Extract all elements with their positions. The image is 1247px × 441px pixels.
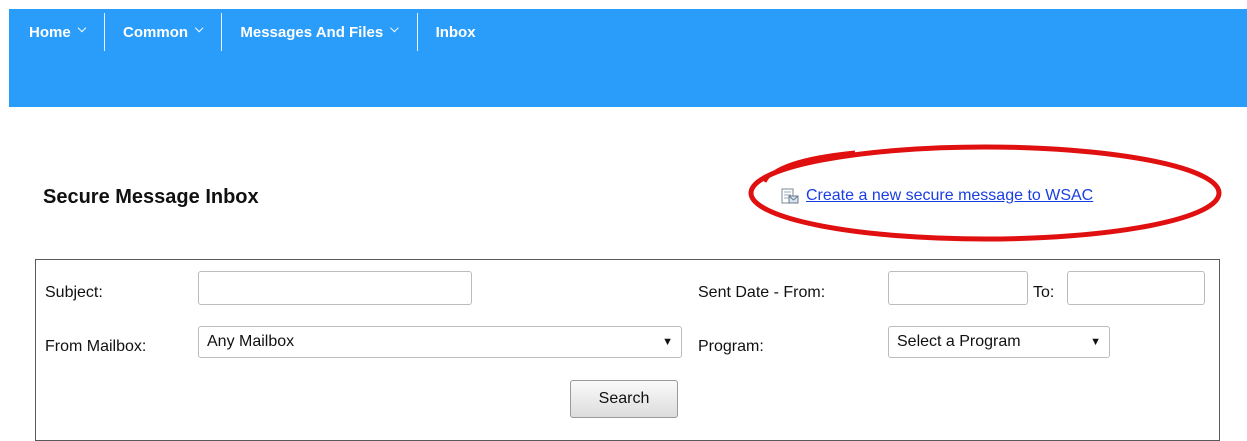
- create-secure-message-link[interactable]: Create a new secure message to WSAC: [780, 186, 1093, 206]
- chevron-down-icon: ⌵: [195, 22, 204, 35]
- nav-home-label: Home: [29, 23, 71, 41]
- to-date-label: To:: [1033, 284, 1055, 301]
- subject-input[interactable]: [198, 271, 472, 305]
- sent-date-from-input[interactable]: [888, 271, 1028, 305]
- page-title: Secure Message Inbox: [43, 186, 259, 208]
- nav-item-home[interactable]: Home ⌵: [9, 9, 104, 55]
- sent-date-to-input[interactable]: [1067, 271, 1205, 305]
- nav-item-messages-and-files[interactable]: Messages And Files ⌵: [222, 9, 416, 55]
- chevron-down-icon: ⌵: [77, 22, 87, 35]
- search-panel: Subject: Sent Date - From: To: From Mail…: [35, 259, 1220, 441]
- create-link-label: Create a new secure message to WSAC: [806, 187, 1094, 204]
- chevron-down-icon: ⌵: [390, 22, 399, 35]
- dropdown-arrow-icon: ▼: [1090, 336, 1101, 348]
- search-button[interactable]: Search: [570, 380, 678, 418]
- from-mailbox-select[interactable]: Any Mailbox ▼: [198, 326, 682, 358]
- subject-label: Subject:: [45, 284, 103, 301]
- program-label: Program:: [698, 338, 764, 355]
- top-navigation-bar: Home ⌵ Common ⌵ Messages And Files ⌵ Inb…: [9, 9, 1247, 107]
- nav-item-inbox[interactable]: Inbox: [418, 9, 494, 55]
- main-nav: Home ⌵ Common ⌵ Messages And Files ⌵ Inb…: [9, 9, 494, 55]
- program-value: Select a Program: [897, 333, 1021, 350]
- nav-item-common[interactable]: Common ⌵: [105, 9, 221, 55]
- program-select[interactable]: Select a Program ▼: [888, 326, 1110, 358]
- from-mailbox-label: From Mailbox:: [45, 338, 147, 355]
- nav-messages-label: Messages And Files: [240, 23, 384, 41]
- nav-common-label: Common: [123, 23, 189, 41]
- sent-date-from-label: Sent Date - From:: [698, 284, 826, 301]
- dropdown-arrow-icon: ▼: [662, 336, 673, 348]
- compose-message-icon: [781, 188, 799, 204]
- from-mailbox-value: Any Mailbox: [207, 333, 295, 350]
- nav-inbox-label: Inbox: [435, 23, 476, 41]
